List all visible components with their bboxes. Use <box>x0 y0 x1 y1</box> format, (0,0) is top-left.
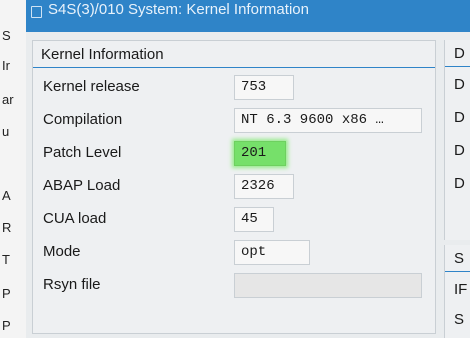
window-title: S4S(3)/010 System: Kernel Information <box>48 1 309 18</box>
kernel-release-row: Kernel release 753 <box>33 71 437 104</box>
mode-field[interactable]: opt <box>234 240 310 265</box>
kernel-panel-title: Kernel Information <box>41 46 164 63</box>
cua-load-row: CUA load 45 <box>33 203 437 236</box>
cua-load-field[interactable]: 45 <box>234 207 274 232</box>
right-panel-item: D <box>454 175 465 192</box>
window-title-bar[interactable]: S4S(3)/010 System: Kernel Information <box>26 0 470 32</box>
window-icon <box>31 6 42 18</box>
right-panel-title: D <box>454 45 465 62</box>
field-label: Rsyn file <box>43 276 101 293</box>
field-label: CUA load <box>43 210 107 227</box>
field-label: Patch Level <box>43 144 122 161</box>
patch-level-field[interactable]: 201 <box>234 141 286 166</box>
right-info-panel: D D D D D <box>444 40 470 240</box>
rsyn-file-field[interactable] <box>234 273 422 298</box>
background-text: ar <box>2 92 14 107</box>
system-panel-header: S <box>445 245 470 272</box>
system-panel-item: S <box>454 311 465 328</box>
abap-load-row: ABAP Load 2326 <box>33 170 437 203</box>
background-text: P <box>2 318 11 333</box>
field-label: Kernel release <box>43 78 140 95</box>
right-panel-header: D <box>445 40 470 67</box>
compilation-field[interactable]: NT 6.3 9600 x86 … <box>234 108 422 133</box>
background-text: T <box>2 252 10 267</box>
background-text: u <box>2 124 10 139</box>
right-panel-item: D <box>454 76 465 93</box>
compilation-row: Compilation NT 6.3 9600 x86 … <box>33 104 437 137</box>
background-text: A <box>2 188 11 203</box>
kernel-information-panel: Kernel Information Kernel release 753 Co… <box>32 40 436 334</box>
background-text: S <box>2 28 11 43</box>
background-text: R <box>2 220 12 235</box>
rsyn-file-row: Rsyn file <box>33 269 437 302</box>
background-text: P <box>2 286 11 301</box>
kernel-info-dialog: Kernel Information Kernel release 753 Co… <box>26 32 470 338</box>
field-label: Compilation <box>43 111 123 128</box>
right-system-panel: S IF S <box>444 245 470 338</box>
right-panel-item: D <box>454 109 465 126</box>
right-panel-item: D <box>454 142 465 159</box>
background-text: Ir <box>2 58 10 73</box>
system-panel-title: S <box>454 250 465 267</box>
patch-level-row: Patch Level 201 <box>33 137 437 170</box>
kernel-panel-header: Kernel Information <box>33 41 435 68</box>
mode-row: Mode opt <box>33 236 437 269</box>
field-label: ABAP Load <box>43 177 121 194</box>
abap-load-field[interactable]: 2326 <box>234 174 294 199</box>
field-label: Mode <box>43 243 81 260</box>
system-panel-item: IF <box>454 281 468 298</box>
kernel-release-field[interactable]: 753 <box>234 75 294 100</box>
